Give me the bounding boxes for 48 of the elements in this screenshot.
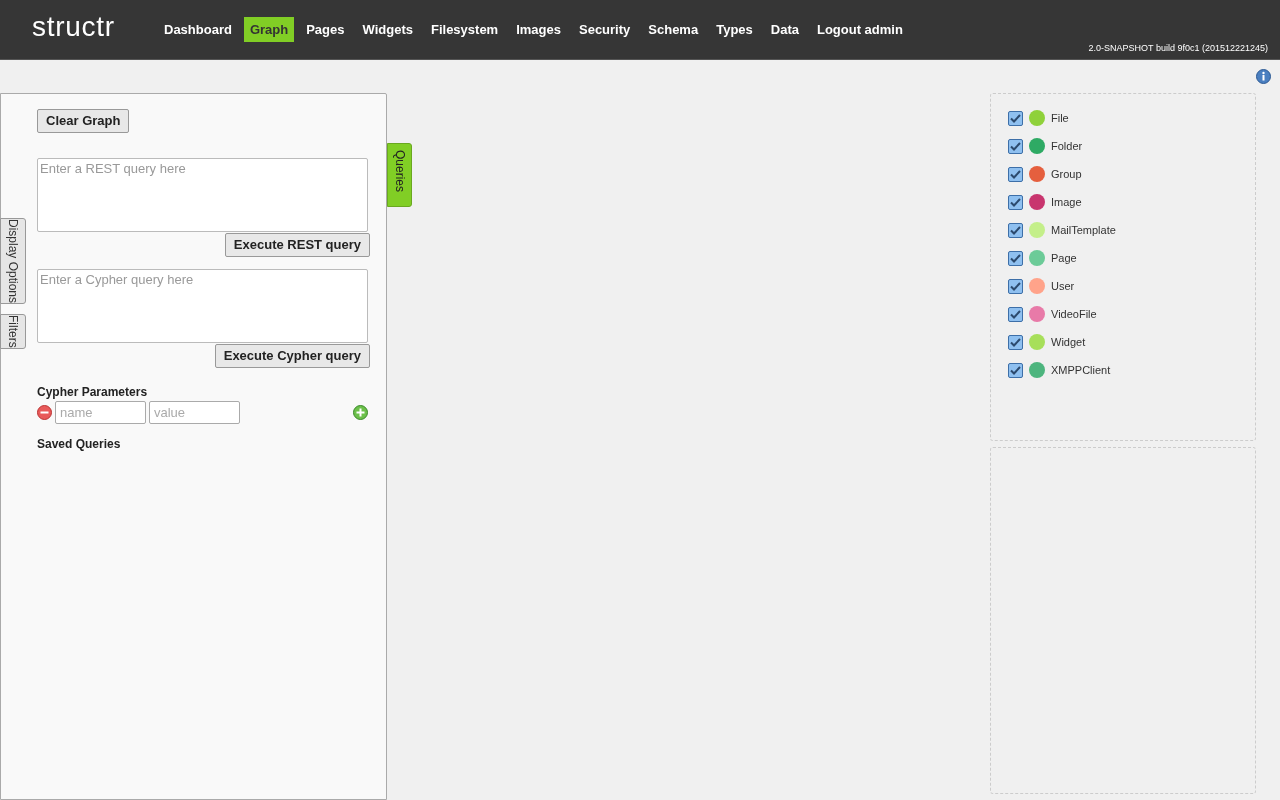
nav-link[interactable]: Dashboard: [158, 16, 238, 43]
type-label: User: [1051, 278, 1075, 294]
cypher-query-field[interactable]: Enter a Cypher query here: [37, 268, 368, 343]
nav-link[interactable]: Logout admin: [810, 16, 909, 43]
checkbox[interactable]: [1008, 362, 1023, 378]
nav-link[interactable]: Widgets: [356, 16, 419, 43]
type-label: VideoFile: [1051, 306, 1097, 322]
checkbox[interactable]: [1008, 334, 1023, 350]
type-label: File: [1051, 110, 1069, 126]
nav-link[interactable]: Security: [573, 16, 637, 43]
remove-icon[interactable]: [37, 404, 52, 420]
type-label: MailTemplate: [1051, 222, 1116, 238]
type-label: Group: [1051, 166, 1082, 182]
logo[interactable]: structr: [32, 12, 152, 41]
section-title: Cypher Parameters: [37, 383, 149, 401]
nav-link[interactable]: Pages: [300, 16, 351, 43]
add-icon[interactable]: [353, 404, 368, 420]
nav-link[interactable]: Filesystem: [424, 16, 505, 43]
side-tab[interactable]: Filters: [0, 314, 26, 349]
type-label: Folder: [1051, 138, 1083, 154]
clear-graph-button[interactable]: Clear Graph: [37, 108, 130, 133]
checkbox[interactable]: [1008, 166, 1023, 182]
parameter-value-field[interactable]: value: [149, 400, 240, 424]
execute-cypher-query-button[interactable]: Execute Cypher query: [214, 343, 370, 368]
rest-query-field[interactable]: Enter a REST query here: [37, 157, 368, 232]
nav-link[interactable]: Schema: [642, 16, 705, 43]
type-label: Image: [1051, 194, 1082, 210]
checkbox[interactable]: [1008, 194, 1023, 210]
execute-rest-query-button[interactable]: Execute REST query: [224, 232, 370, 257]
nav-link[interactable]: Images: [510, 16, 567, 43]
checkbox[interactable]: [1008, 250, 1023, 266]
nav-link[interactable]: Data: [764, 16, 805, 43]
checkbox[interactable]: [1008, 110, 1023, 126]
type-label: XMPPClient: [1051, 362, 1111, 378]
type-label: Widget: [1051, 334, 1086, 350]
type-label: Page: [1051, 250, 1077, 266]
version-text: 2.0-SNAPSHOT build 9f0c1 (201512221245): [1088, 41, 1268, 55]
parameter-name-field[interactable]: name: [55, 400, 146, 424]
side-tab[interactable]: Display Options: [0, 218, 26, 305]
checkbox[interactable]: [1008, 138, 1023, 154]
checkbox[interactable]: [1008, 278, 1023, 294]
checkbox[interactable]: [1008, 222, 1023, 238]
nav-link[interactable]: Types: [710, 16, 759, 43]
nav-link[interactable]: Graph: [243, 16, 295, 43]
queries-tab[interactable]: Queries: [387, 143, 412, 207]
checkbox[interactable]: [1008, 306, 1023, 322]
info-icon[interactable]: [1256, 69, 1271, 84]
section-title: Saved Queries: [37, 435, 122, 453]
